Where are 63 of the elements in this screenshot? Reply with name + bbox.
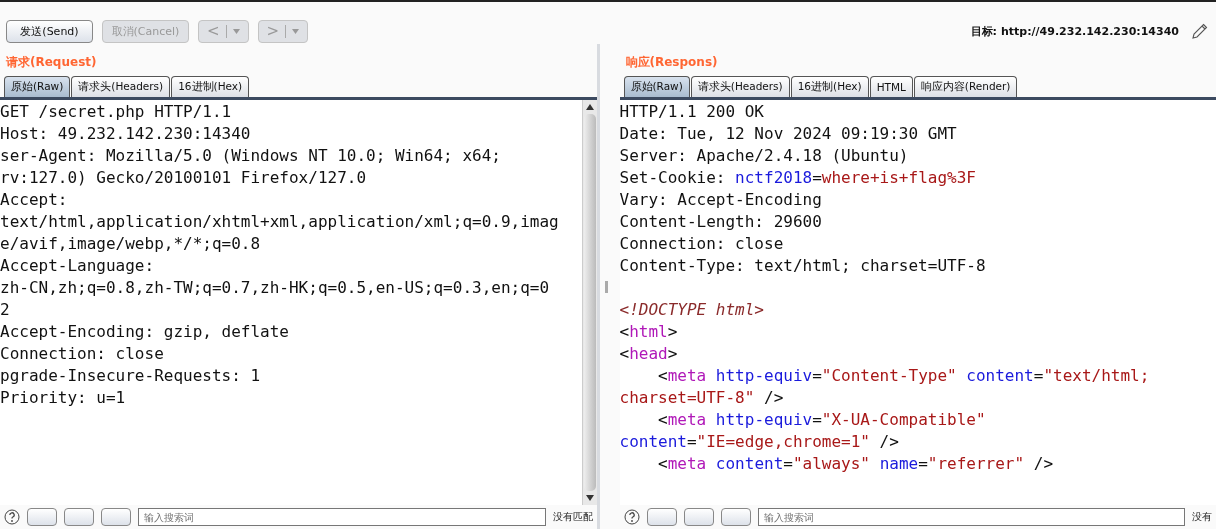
tab[interactable]: 16进制(Hex) [171,76,250,97]
code-line: Content-Length: 29600 [619,212,822,231]
code-line: Connection: close [619,234,784,253]
search-next-button[interactable] [720,508,751,526]
code-line: 2 [0,300,10,319]
scrollbar[interactable] [581,100,597,505]
code-line: Vary: Accept-Encoding [619,190,822,209]
code-line: zh-CN,zh;q=0.8,zh-TW;q=0.7,zh-HK;q=0.5,en-US;q=0.3,en;q=0 [0,278,550,297]
match-count: 没有 [1192,510,1212,524]
code-line: <html> [619,322,678,341]
search-field[interactable]: 输入搜索词 [138,508,546,526]
caret-icon [292,28,300,34]
pane-title: 请求(Request) [5,54,98,71]
code-line: Connection: close [0,344,164,363]
target-url: http://49.232.142.230:14340 [1000,24,1179,38]
match-count: 没有匹配 [552,510,593,524]
editor-area[interactable] [619,100,1216,505]
tab[interactable]: 原始(Raw) [4,76,71,97]
code-line: e/avif,image/webp,*/*;q=0.8 [0,234,261,253]
code-line: <head> [619,344,678,363]
tab[interactable]: 响应内容(Render) [913,76,1018,97]
code-line: content="IE=edge,chrome=1" /> [619,432,899,451]
help-icon[interactable] [623,509,640,525]
code-line: pgrade-Insecure-Requests: 1 [0,366,261,385]
caret-icon [232,28,240,34]
code-line: Accept: [0,190,68,209]
scroll-down-icon[interactable] [584,494,595,502]
help-icon[interactable] [4,509,20,525]
tab[interactable]: 原始(Raw) [623,76,690,97]
tab[interactable]: 请求头(Headers) [71,76,171,97]
code-line: <meta content="always" name="referrer" /> [657,454,1054,473]
search-back-button[interactable] [646,508,677,526]
toolbar-button[interactable]: 发送(Send) [6,19,93,43]
code-line: rv:127.0) Gecko/20100101 Firefox/127.0 [0,168,367,187]
search-next-button[interactable] [101,508,131,526]
scroll-up-icon[interactable] [584,103,595,111]
tab[interactable]: 16进制(Hex) [790,76,869,97]
code-line: <meta http-equiv="X-UA-Compatible" [657,410,986,429]
search-back-button[interactable] [27,508,57,526]
search-options-button[interactable] [683,508,714,526]
code-line: charset=UTF-8" /> [619,388,784,407]
code-line: Set-Cookie: nctf2018=where+is+flag%3F [619,168,976,187]
code-line: <!DOCTYPE html> [619,300,764,319]
code-line: Date: Tue, 12 Nov 2024 09:19:30 GMT [619,124,957,143]
code-line: <meta http-equiv="Content-Type" content="text/html; [657,366,1150,385]
pencil-icon[interactable] [1192,23,1208,39]
code-line: Priority: u=1 [0,388,126,407]
search-options-button[interactable] [64,508,94,526]
target-label: 目标: [970,23,997,39]
tab[interactable]: HTML [869,76,913,97]
code-line: text/html,application/xhtml+xml,application/xml;q=0.9,imag [0,212,559,231]
search-field[interactable]: 输入搜索词 [757,508,1185,526]
code-line: ser-Agent: Mozilla/5.0 (Windows NT 10.0; Win64; x64; [0,146,501,165]
code-line: Accept-Encoding: gzip, deflate [0,322,289,341]
code-line: Server: Apache/2.4.18 (Ubuntu) [619,146,909,165]
tab[interactable]: 请求头(Headers) [690,76,790,97]
pane-title: 响应(Respons) [624,54,719,71]
editor-area[interactable] [0,100,597,505]
code-line: Content-Type: text/html; charset=UTF-8 [619,256,986,275]
code-line: Accept-Language: [0,256,155,275]
code-line: HTTP/1.1 200 OK [619,102,764,121]
code-line: Host: 49.232.142.230:14340 [0,124,251,143]
code-line: GET /secret.php HTTP/1.1 [0,102,232,121]
